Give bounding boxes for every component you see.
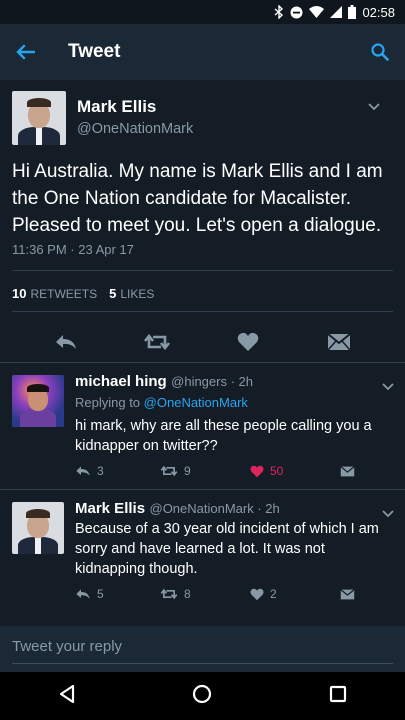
retweet-icon — [143, 333, 170, 351]
search-button[interactable] — [355, 43, 405, 61]
tweet-timestamp: 11:36 PM · 23 Apr 17 — [12, 242, 134, 257]
arrow-left-icon — [16, 44, 35, 60]
retweet-count: 8 — [184, 587, 191, 601]
system-nav-bar — [0, 672, 405, 720]
chevron-down-icon[interactable] — [382, 378, 394, 394]
envelope-icon — [327, 333, 352, 351]
minus-circle-icon — [290, 6, 303, 19]
app-bar: Tweet — [0, 24, 405, 80]
retweets-stat[interactable]: 10 RETWEETS — [12, 286, 97, 301]
status-time: 02:58 — [362, 4, 395, 20]
back-button[interactable] — [0, 44, 50, 60]
reply-icon — [76, 466, 90, 476]
chevron-down-icon[interactable] — [368, 98, 380, 114]
tweet-actions — [0, 330, 405, 354]
author-handle[interactable]: @OneNationMark — [77, 121, 193, 137]
main-tweet[interactable]: Mark Ellis @OneNationMark Hi Australia. … — [0, 80, 405, 362]
like-button[interactable]: 50 — [250, 464, 340, 478]
reply-button[interactable] — [48, 330, 84, 354]
author-name[interactable]: Mark Ellis — [77, 97, 156, 117]
retweet-button[interactable]: 8 — [160, 587, 250, 601]
avatar[interactable] — [12, 502, 64, 554]
status-bar: 02:58 — [0, 0, 405, 24]
heart-icon — [250, 588, 264, 600]
avatar[interactable] — [12, 375, 64, 427]
likes-stat[interactable]: 5 LIKES — [109, 286, 154, 301]
reply-icon — [76, 589, 90, 599]
reply-author-name[interactable]: michael hing — [75, 373, 167, 390]
input-underline — [12, 663, 393, 664]
reply-count: 3 — [97, 464, 104, 478]
retweet-icon — [160, 465, 178, 477]
heart-icon — [237, 332, 259, 351]
avatar[interactable] — [12, 91, 66, 145]
reply-author-handle[interactable]: @hingers · 2h — [171, 374, 253, 389]
direct-message-button[interactable] — [340, 464, 380, 478]
retweet-button[interactable]: 9 — [160, 464, 250, 478]
battery-icon — [348, 5, 357, 19]
tweet-stats: 10 RETWEETS 5 LIKES — [12, 286, 154, 301]
reply-input[interactable]: Tweet your reply — [0, 626, 405, 672]
envelope-icon — [340, 465, 355, 476]
like-count: 2 — [270, 587, 277, 601]
reply-actions: 3 9 50 — [75, 464, 385, 478]
direct-message-button[interactable] — [340, 587, 380, 601]
nav-recents-button[interactable] — [329, 685, 347, 708]
divider — [0, 489, 405, 490]
reply-author-name[interactable]: Mark Ellis — [75, 500, 145, 517]
reply-author-handle[interactable]: @OneNationMark · 2h — [150, 501, 280, 516]
circle-home-icon — [193, 684, 212, 703]
envelope-icon — [340, 588, 355, 599]
retweet-button[interactable] — [139, 330, 175, 354]
divider — [12, 270, 393, 271]
square-recents-icon — [329, 685, 346, 702]
tweet-text: Hi Australia. My name is Mark Ellis and … — [12, 161, 383, 236]
reply-tweet[interactable]: michael hing @hingers · 2h Replying to @… — [0, 363, 405, 490]
direct-message-button[interactable] — [321, 330, 357, 354]
reply-count: 5 — [97, 587, 104, 601]
reply-button[interactable]: 5 — [75, 587, 160, 601]
retweet-count: 9 — [184, 464, 191, 478]
reply-text: hi mark, why are all these people callin… — [75, 418, 372, 454]
search-icon — [371, 43, 389, 61]
page-title: Tweet — [68, 41, 121, 62]
like-count: 50 — [270, 464, 284, 478]
like-button[interactable]: 2 — [250, 587, 340, 601]
nav-home-button[interactable] — [192, 684, 212, 709]
reply-actions: 5 8 2 — [75, 587, 385, 601]
heart-icon — [250, 465, 264, 477]
nav-back-button[interactable] — [58, 684, 76, 709]
bluetooth-icon — [274, 5, 284, 19]
triangle-back-icon — [60, 684, 75, 703]
reply-input-placeholder: Tweet your reply — [12, 638, 123, 655]
replying-to-link[interactable]: @OneNationMark — [144, 395, 248, 410]
reply-icon — [55, 335, 76, 349]
reply-text: Because of a 30 year old incident of whi… — [75, 521, 379, 577]
reply-tweet[interactable]: Mark Ellis @OneNationMark · 2h Because o… — [0, 490, 405, 626]
reply-button[interactable]: 3 — [75, 464, 160, 478]
wifi-icon — [309, 6, 325, 18]
signal-icon — [330, 6, 343, 18]
like-button[interactable] — [230, 330, 266, 354]
replying-to-prefix: Replying to — [75, 395, 141, 410]
divider — [12, 311, 393, 312]
retweet-icon — [160, 588, 178, 600]
